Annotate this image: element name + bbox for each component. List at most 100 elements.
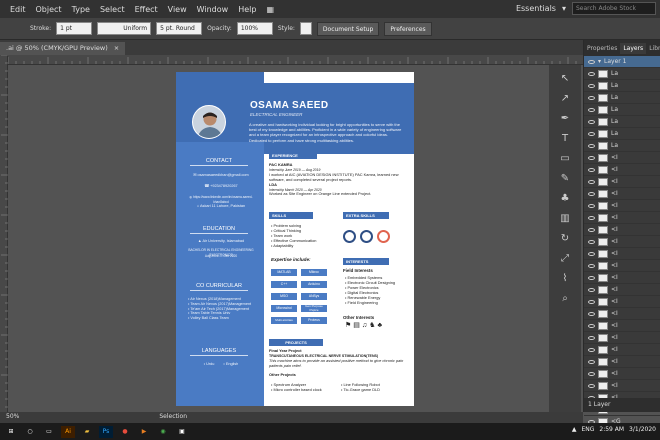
scale-tool-icon[interactable]: ⤢ [556,251,574,265]
eye-icon[interactable] [588,251,595,256]
menu-window[interactable]: Window [197,5,229,14]
keyboard-language[interactable]: ENG [581,426,594,433]
opacity-field[interactable]: 100% [236,22,273,35]
eye-icon[interactable] [588,215,595,220]
tab-libraries[interactable]: Librarie [646,43,660,54]
eye-icon[interactable] [588,323,595,328]
eye-icon[interactable] [588,179,595,184]
zoom-level[interactable]: 50% [6,413,19,422]
layer-row[interactable]: <I [584,224,660,236]
search-icon[interactable]: ○ [23,426,37,438]
layer-row[interactable]: <I [584,236,660,248]
layer-row[interactable]: <I [584,212,660,224]
eye-icon[interactable] [588,131,595,136]
menu-object[interactable]: Object [36,5,62,14]
brush-definition[interactable]: 5 pt. Round [156,22,203,35]
layer-row[interactable]: <I [584,320,660,332]
layer-row[interactable]: La [584,116,660,128]
menu-view[interactable]: View [168,5,187,14]
photoshop-app-icon[interactable]: Ps [99,425,113,438]
eye-icon[interactable] [588,71,595,76]
eye-icon[interactable] [588,299,595,304]
preferences-button[interactable]: Preferences [384,21,432,36]
layer-row[interactable]: <I [584,260,660,272]
eye-icon[interactable] [588,191,595,196]
layer-row[interactable]: La [584,104,660,116]
layer-row[interactable]: <I [584,356,660,368]
variable-width-profile[interactable]: Uniform [97,22,152,35]
workspace-switcher[interactable]: Essentials [516,4,556,13]
layer-row[interactable]: <I [584,164,660,176]
media-icon[interactable]: ▶ [137,426,151,438]
eyedropper-tool-icon[interactable]: ⌇ [556,271,574,285]
layer-row[interactable]: <I [584,284,660,296]
type-tool-icon[interactable]: T [556,131,574,145]
chrome-icon[interactable]: ◉ [156,426,170,438]
layer-row[interactable]: <I [584,176,660,188]
eye-icon[interactable] [588,287,595,292]
layer-row[interactable]: La [584,140,660,152]
document-setup-button[interactable]: Document Setup [316,21,380,36]
store-icon[interactable]: ▣ [175,426,189,438]
tab-properties[interactable]: Properties [584,43,620,54]
menu-type[interactable]: Type [72,5,90,14]
layer-row[interactable]: <I [584,152,660,164]
eye-icon[interactable] [588,95,595,100]
layer-row[interactable]: <I [584,248,660,260]
stroke-weight-field[interactable]: 1 pt [56,22,93,35]
clock-time[interactable]: 2:59 AM [599,426,624,433]
menu-edit[interactable]: Edit [10,5,26,14]
layer-row[interactable]: La [584,80,660,92]
eye-icon[interactable] [588,275,595,280]
layout-icon[interactable]: ▦ [266,5,274,14]
eye-icon[interactable] [588,311,595,316]
eye-icon[interactable] [588,239,595,244]
eye-icon[interactable] [588,383,595,388]
layer-row[interactable]: <I [584,344,660,356]
chevron-down-icon[interactable]: ▾ [562,4,566,13]
chevron-down-icon[interactable]: ▾ [598,58,601,65]
zoom-tool-icon[interactable]: ⌕ [556,291,574,305]
illustrator-app-icon[interactable]: Ai [61,425,75,438]
style-swatch[interactable] [299,22,312,35]
eye-icon[interactable] [588,83,595,88]
file-explorer-icon[interactable]: ▰ [80,426,94,438]
layer-row[interactable]: La [584,68,660,80]
stock-search-input[interactable]: Search Adobe Stock [572,2,656,15]
layer-row[interactable]: <I [584,368,660,380]
windows-icon[interactable]: ⊞ [4,426,18,438]
eye-icon[interactable] [588,59,595,64]
document-tab[interactable]: .ai @ 50% (CMYK/GPU Preview) × [0,42,126,55]
menu-effect[interactable]: Effect [135,5,158,14]
layer-row[interactable]: <I [584,332,660,344]
layer-row[interactable]: <I [584,272,660,284]
layer-row[interactable]: La [584,128,660,140]
symbol-tool-icon[interactable]: ♣ [556,191,574,205]
menu-select[interactable]: Select [100,5,125,14]
eye-icon[interactable] [588,155,595,160]
rotate-tool-icon[interactable]: ↻ [556,231,574,245]
browser-icon[interactable]: ● [118,426,132,438]
eye-icon[interactable] [588,203,595,208]
brush-tool-icon[interactable]: ✎ [556,171,574,185]
layer-row[interactable]: <I [584,296,660,308]
layer-row[interactable]: <I [584,308,660,320]
layer-row[interactable]: <I [584,188,660,200]
layer-row[interactable]: La [584,92,660,104]
selection-tool-icon[interactable]: ↖ [556,71,574,85]
layer-row-top[interactable]: ▾ Layer 1 [584,56,660,68]
eye-icon[interactable] [588,119,595,124]
shape-tool-icon[interactable]: ▭ [556,151,574,165]
eye-icon[interactable] [588,335,595,340]
direct-selection-tool-icon[interactable]: ↗ [556,91,574,105]
layer-row[interactable]: <I [584,200,660,212]
eye-icon[interactable] [588,371,595,376]
task-view-icon[interactable]: ▭ [42,426,56,438]
tab-layers[interactable]: Layers [620,42,647,54]
resume-artboard[interactable]: OSAMA SAEED ELECTRICAL ENGINEER A creati… [176,72,414,406]
clock-date[interactable]: 3/1/2020 [629,426,656,433]
pen-tool-icon[interactable]: ✒ [556,111,574,125]
eye-icon[interactable] [588,107,595,112]
eye-icon[interactable] [588,227,595,232]
menu-help[interactable]: Help [238,5,256,14]
